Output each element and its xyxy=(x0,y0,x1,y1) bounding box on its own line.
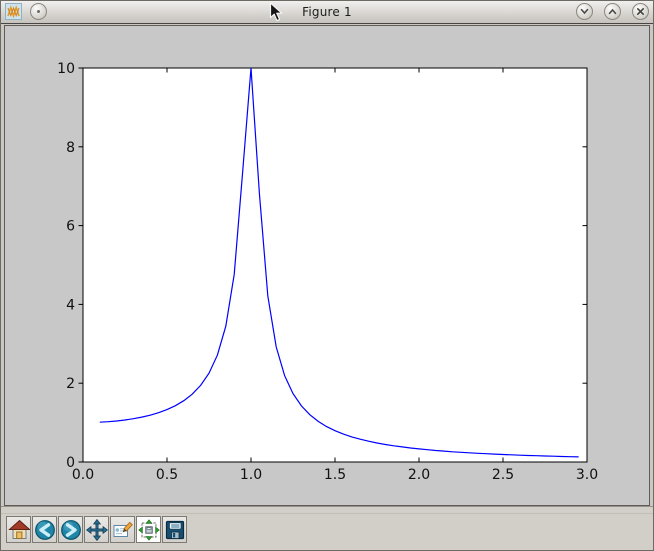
toolbar-message-area xyxy=(1,508,653,514)
window-title: Figure 1 xyxy=(1,1,653,23)
y-tick-label: 2 xyxy=(66,376,75,392)
chevron-up-icon xyxy=(607,6,618,17)
save-floppy-icon xyxy=(164,519,186,541)
window-controls xyxy=(576,3,649,20)
shade-button[interactable] xyxy=(576,3,593,20)
back-arrow-icon xyxy=(34,519,56,541)
back-button[interactable] xyxy=(32,516,57,543)
x-tick-label: 0.5 xyxy=(156,467,178,483)
zoom-to-rect-button[interactable] xyxy=(110,516,135,543)
y-tick-label: 6 xyxy=(66,219,75,235)
close-button[interactable] xyxy=(632,3,649,20)
figure-window: Figure 1 0.0 0.5 1.0 1.5 2.0 2.5 3.0 0 2 4 6 8 10 xyxy=(0,0,654,551)
pan-button[interactable] xyxy=(84,516,109,543)
x-tick-label: 3.0 xyxy=(576,467,598,483)
configure-subplots-button[interactable] xyxy=(136,516,161,543)
navigation-toolbar xyxy=(1,506,653,550)
figure-canvas[interactable]: 0.0 0.5 1.0 1.5 2.0 2.5 3.0 0 2 4 6 8 10 xyxy=(4,25,650,506)
y-tick-label: 10 xyxy=(57,61,75,77)
home-icon xyxy=(8,519,30,541)
plot-area[interactable]: 0.0 0.5 1.0 1.5 2.0 2.5 3.0 0 2 4 6 8 10 xyxy=(5,26,649,505)
x-tick-label: 0.0 xyxy=(72,467,94,483)
close-icon xyxy=(635,6,646,17)
axes-frame xyxy=(83,68,587,462)
x-tick-label: 1.0 xyxy=(240,467,262,483)
home-button[interactable] xyxy=(6,516,31,543)
forward-button[interactable] xyxy=(58,516,83,543)
x-tick-label: 1.5 xyxy=(324,467,346,483)
forward-arrow-icon xyxy=(60,519,82,541)
y-tick-label: 0 xyxy=(66,455,75,471)
configure-subplots-icon xyxy=(138,519,160,541)
maximize-button[interactable] xyxy=(604,3,621,20)
toolbar-buttons xyxy=(6,516,187,543)
x-tick-label: 2.5 xyxy=(492,467,514,483)
mouse-cursor-icon xyxy=(269,2,284,27)
chevron-down-icon xyxy=(579,6,590,17)
y-tick-label: 4 xyxy=(66,297,75,313)
x-tick-label: 2.0 xyxy=(408,467,430,483)
titlebar[interactable]: Figure 1 xyxy=(1,1,653,24)
zoom-rect-note-pencil-icon xyxy=(112,519,134,541)
y-tick-label: 8 xyxy=(66,140,75,156)
pan-arrows-icon xyxy=(86,519,108,541)
save-button[interactable] xyxy=(162,516,187,543)
